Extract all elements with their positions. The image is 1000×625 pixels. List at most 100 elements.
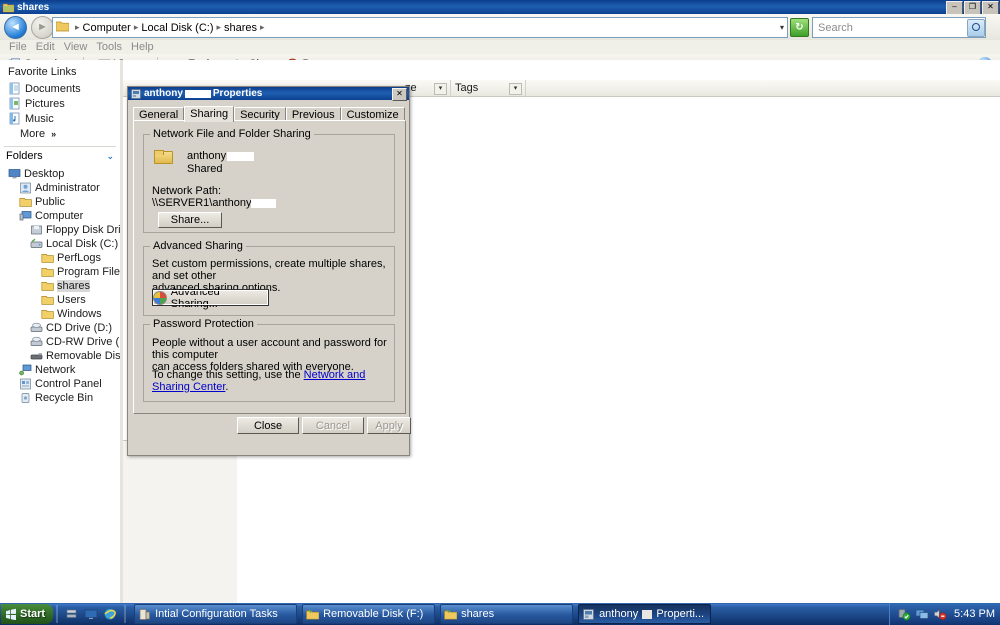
network-icon xyxy=(19,364,32,376)
tree-item-cd-rw-drive-e[interactable]: CD-RW Drive (E:) xyxy=(0,335,120,349)
search-input[interactable] xyxy=(816,19,967,36)
tree-item-program-files[interactable]: Program Files xyxy=(0,265,120,279)
close-button[interactable]: ✕ xyxy=(982,1,999,15)
tree-item-desktop[interactable]: Desktop xyxy=(0,167,120,181)
dialog-close-button[interactable]: ✕ xyxy=(392,88,407,101)
minimize-button[interactable]: – xyxy=(946,1,963,15)
tree-item-perflogs[interactable]: PerfLogs xyxy=(0,251,120,265)
tree-item-local-disk-c[interactable]: Local Disk (C:) xyxy=(0,237,120,251)
password-protection-footer-suffix: . xyxy=(225,381,229,393)
tree-item-administrator[interactable]: Administrator xyxy=(0,181,120,195)
breadcrumb-sep-2[interactable]: ▸ xyxy=(216,22,221,33)
favorite-pictures[interactable]: Pictures xyxy=(0,96,120,111)
tree-item-label: CD-RW Drive (E:) xyxy=(46,336,120,348)
password-protection-group: Password Protection People without a use… xyxy=(143,318,395,402)
server-manager-icon[interactable] xyxy=(65,607,79,621)
tree-item-label: Public xyxy=(35,196,65,208)
tree-item-users[interactable]: Users xyxy=(0,293,120,307)
tab-previous-versions[interactable]: Previous Versions xyxy=(285,107,341,135)
tree-item-label: Control Panel xyxy=(35,378,102,390)
column-header-tags[interactable]: Tags ▾ xyxy=(451,80,526,96)
favorite-music[interactable]: Music xyxy=(0,111,120,126)
favorite-documents-label: Documents xyxy=(25,82,81,95)
folder-icon xyxy=(41,280,54,292)
breadcrumb-sep-0[interactable]: ▸ xyxy=(75,22,80,33)
tab-general[interactable]: General xyxy=(133,107,185,121)
tree-item-control-panel[interactable]: Control Panel xyxy=(0,377,120,391)
taskbar-item-removable-disk[interactable]: Removable Disk (F:) xyxy=(302,604,436,624)
menu-tools[interactable]: Tools xyxy=(96,41,122,53)
menu-edit[interactable]: Edit xyxy=(36,41,55,53)
address-bar[interactable]: ▸ Computer ▸ Local Disk (C:) ▸ shares ▸ … xyxy=(52,17,788,38)
more-favorites-button[interactable]: More » xyxy=(0,126,120,142)
menu-help[interactable]: Help xyxy=(131,41,154,53)
tree-item-shares[interactable]: shares xyxy=(0,279,120,293)
more-label: More xyxy=(20,128,46,140)
taskbar-item-properties-dialog[interactable]: anthony Properti... xyxy=(578,604,712,624)
refresh-icon[interactable]: ↻ xyxy=(790,18,809,37)
show-desktop-icon[interactable] xyxy=(84,607,98,621)
taskbar-item-label: Removable Disk (F:) xyxy=(323,608,424,620)
tree-item-computer[interactable]: Computer xyxy=(0,209,120,223)
network-path-label: Network Path: xyxy=(152,185,222,197)
tree-item-cd-drive-d[interactable]: CD Drive (D:) xyxy=(0,321,120,335)
tree-item-label: Windows xyxy=(57,308,102,320)
advanced-sharing-desc-1: Set custom permissions, create multiple … xyxy=(152,258,386,282)
taskbar-item-initial-configuration-tasks[interactable]: Intial Configuration Tasks xyxy=(134,604,298,624)
restore-button[interactable]: ❐ xyxy=(964,1,981,15)
search-icon[interactable] xyxy=(967,18,985,37)
sharing-tab-page: Network File and Folder Sharing anthony … xyxy=(133,120,406,414)
tree-item-public[interactable]: Public xyxy=(0,195,120,209)
forward-button[interactable]: ► xyxy=(31,15,54,39)
breadcrumb-item-local-disk[interactable]: Local Disk (C:) xyxy=(141,22,213,34)
menu-view[interactable]: View xyxy=(64,41,88,53)
window-controls: – ❐ ✕ xyxy=(946,1,999,15)
tree-item-network[interactable]: Network xyxy=(0,363,120,377)
start-label: Start xyxy=(20,608,46,620)
volume-muted-icon[interactable] xyxy=(933,607,947,621)
tab-security[interactable]: Security xyxy=(234,107,286,121)
tree-item-label: CD Drive (D:) xyxy=(46,322,112,334)
search-box[interactable] xyxy=(812,17,986,38)
music-icon xyxy=(8,112,21,125)
network-status-icon[interactable] xyxy=(897,607,911,621)
details-pane xyxy=(123,440,237,604)
internet-explorer-icon[interactable] xyxy=(103,607,117,621)
breadcrumb-item-shares[interactable]: shares xyxy=(224,22,257,34)
taskbar-item-label: Intial Configuration Tasks xyxy=(155,608,278,620)
floppy-icon xyxy=(30,224,43,236)
chevron-down-icon[interactable]: ▾ xyxy=(509,83,522,95)
tab-sharing[interactable]: Sharing xyxy=(184,106,235,122)
chevron-down-icon[interactable]: ▾ xyxy=(434,83,447,95)
breadcrumb-sep-1[interactable]: ▸ xyxy=(134,22,139,33)
uac-shield-icon xyxy=(153,290,167,305)
tree-item-removable-disk-f[interactable]: Removable Disk (F:) xyxy=(0,349,120,363)
back-button[interactable]: ◄ xyxy=(4,15,27,39)
folder-icon xyxy=(444,608,458,621)
advanced-sharing-button[interactable]: Advanced Sharing... xyxy=(152,286,269,310)
folder-icon xyxy=(41,308,54,320)
share-button[interactable]: Share... xyxy=(158,212,222,228)
tree-item-recycle-bin[interactable]: Recycle Bin xyxy=(0,391,120,405)
tree-item-floppy-disk-drive-a[interactable]: Floppy Disk Drive (A xyxy=(0,223,120,237)
dialog-title-prefix: anthony xyxy=(144,88,183,99)
taskbar-item-shares[interactable]: shares xyxy=(440,604,574,624)
close-button[interactable]: Close xyxy=(237,417,299,434)
tree-item-windows[interactable]: Windows xyxy=(0,307,120,321)
redaction-box-title xyxy=(184,89,211,98)
apply-button: Apply xyxy=(367,417,411,434)
breadcrumb-sep-3[interactable]: ▸ xyxy=(260,22,265,33)
network-sharing-group: Network File and Folder Sharing anthony … xyxy=(143,128,395,233)
breadcrumb-item-computer[interactable]: Computer xyxy=(83,22,131,34)
menu-file[interactable]: File xyxy=(9,41,27,53)
folders-header[interactable]: Folders ⌄ xyxy=(0,147,120,165)
favorite-documents[interactable]: Documents xyxy=(0,81,120,96)
display-icon[interactable] xyxy=(915,607,929,621)
tree-item-label: Administrator xyxy=(35,182,100,194)
tab-customize[interactable]: Customize xyxy=(340,107,405,121)
clock[interactable]: 5:43 PM xyxy=(954,608,995,620)
breadcrumb: ▸ Computer ▸ Local Disk (C:) ▸ shares ▸ xyxy=(72,22,268,34)
address-dropdown-icon[interactable]: ▾ xyxy=(780,23,784,32)
dialog-title: anthony Properties xyxy=(144,88,262,99)
start-button[interactable]: Start xyxy=(1,604,54,624)
